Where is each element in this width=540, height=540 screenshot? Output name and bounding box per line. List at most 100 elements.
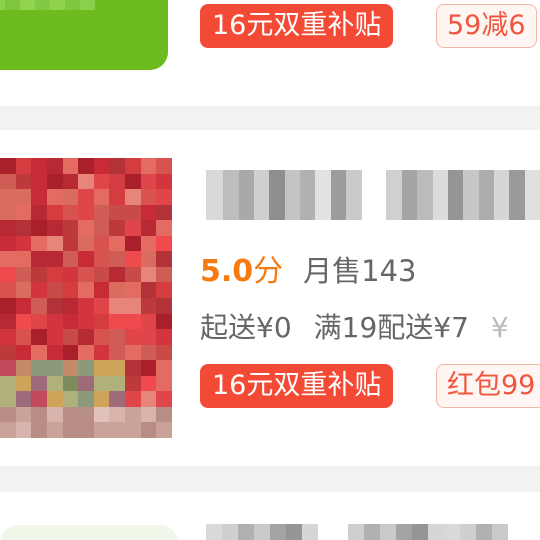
thumbnail-pixel xyxy=(15,251,32,267)
thumbnail-pixel xyxy=(0,422,16,438)
thumbnail-pixel xyxy=(78,204,94,221)
thumbnail-pixel xyxy=(156,251,172,267)
name-pixel xyxy=(222,524,238,540)
thumbnail-pixel xyxy=(62,173,79,190)
thumbnail-pixel xyxy=(140,173,157,190)
thumbnail-pixel xyxy=(156,344,172,361)
thumbnail-pixel xyxy=(46,251,63,267)
name-pixel xyxy=(478,170,494,220)
thumbnail-pixel xyxy=(93,189,110,205)
thumbnail-pixel xyxy=(0,297,16,314)
name-pixel xyxy=(238,524,254,540)
shop-card-previous[interactable]: 16元双重补贴 59减6 xyxy=(0,0,540,106)
shop-card-next[interactable] xyxy=(0,492,540,540)
thumbnail-pixel xyxy=(125,158,141,174)
name-pixel xyxy=(524,170,540,220)
thumbnail-pixel xyxy=(156,282,172,298)
thumbnail-pixel xyxy=(0,344,16,361)
thumbnail-pixel xyxy=(15,344,32,361)
thumbnail-pixel xyxy=(0,204,16,221)
shop-thumbnail-image xyxy=(0,158,172,438)
thumbnail-pixel xyxy=(0,266,16,283)
name-pixel xyxy=(492,524,508,540)
thumbnail-pixel xyxy=(93,406,110,423)
thumbnail-pixel xyxy=(62,313,79,330)
thumbnail-pixel xyxy=(93,329,110,345)
thumbnail-pixel xyxy=(78,189,94,205)
thumbnail-pixel xyxy=(15,422,32,438)
name-pixel xyxy=(315,170,331,220)
thumbnail-pixel xyxy=(109,313,126,330)
name-pixel xyxy=(380,524,396,540)
thumbnail-pixel xyxy=(15,235,32,252)
thumbnail-pixel xyxy=(15,158,32,174)
thumbnail-pixel xyxy=(46,406,63,423)
thumbnail-pixel xyxy=(78,173,94,190)
thumbnail-pixel xyxy=(31,329,47,345)
thumbnail-pixel xyxy=(109,422,126,438)
blurred-button-label xyxy=(0,0,95,10)
thumbnail-pixel xyxy=(62,266,79,283)
thumbnail-pixel xyxy=(109,329,126,345)
thumbnail-pixel xyxy=(31,360,47,376)
name-pixel xyxy=(318,524,348,540)
name-pixel xyxy=(254,524,270,540)
thumbnail-pixel xyxy=(15,360,32,376)
thumbnail-pixel xyxy=(0,282,16,298)
thumbnail-pixel xyxy=(156,297,172,314)
thumbnail-pixel xyxy=(109,158,126,174)
thumbnail-pixel xyxy=(78,375,94,392)
thumbnail-pixel xyxy=(31,204,47,221)
thumbnail-pixel xyxy=(125,391,141,407)
thumbnail-pixel xyxy=(78,344,94,361)
thumbnail-pixel xyxy=(46,158,63,174)
thumbnail-pixel xyxy=(156,329,172,345)
thumbnail-pixel xyxy=(46,189,63,205)
name-pixel xyxy=(302,524,318,540)
thumbnail-pixel xyxy=(15,282,32,298)
name-pixel xyxy=(361,170,387,220)
name-pixel xyxy=(460,524,476,540)
name-pixel xyxy=(447,170,464,220)
thumbnail-pixel xyxy=(62,391,79,407)
thumbnail-pixel xyxy=(93,375,110,392)
divider xyxy=(0,466,540,492)
thumbnail-pixel xyxy=(62,282,79,298)
thumbnail-pixel xyxy=(46,313,63,330)
thumbnail-pixel xyxy=(78,329,94,345)
thumbnail-pixel xyxy=(0,235,16,252)
thumbnail-pixel xyxy=(31,344,47,361)
thumbnail-pixel xyxy=(46,391,63,407)
thumbnail-pixel xyxy=(31,251,47,267)
thumbnail-pixel xyxy=(46,266,63,283)
thumbnail-pixel xyxy=(46,422,63,438)
shop-card[interactable]: 5.0分 月售143 起送¥0 满19配送¥7 ¥ 16元双重补贴 红包99 xyxy=(0,130,540,466)
thumbnail-pixel xyxy=(62,158,79,174)
name-pixel xyxy=(286,524,302,540)
name-pixel xyxy=(509,170,525,220)
thumbnail-pixel xyxy=(31,391,47,407)
thumbnail-pixel xyxy=(140,189,157,205)
thumbnail-pixel xyxy=(62,235,79,252)
thumbnail-pixel xyxy=(0,251,16,267)
thumbnail-pixel xyxy=(140,360,157,376)
thumbnail-pixel xyxy=(93,158,110,174)
thumbnail-pixel xyxy=(140,297,157,314)
thumbnail-pixel xyxy=(15,220,32,236)
thumbnail-pixel xyxy=(125,173,141,190)
subsidy-tag: 16元双重补贴 xyxy=(200,4,394,48)
thumbnail-pixel xyxy=(78,391,94,407)
name-pixel xyxy=(330,170,347,220)
name-pixel xyxy=(417,170,433,220)
thumbnail-pixel xyxy=(125,329,141,345)
delivery-fee: 满19配送¥7 xyxy=(313,311,469,344)
thumbnail-pixel xyxy=(0,391,16,407)
monthly-sales: 月售143 xyxy=(303,254,417,288)
thumbnail-pixel xyxy=(93,297,110,314)
green-action-button[interactable] xyxy=(0,0,168,70)
thumbnail-pixel xyxy=(109,406,126,423)
thumbnail-pixel xyxy=(62,189,79,205)
thumbnail-pixel xyxy=(0,158,16,174)
thumbnail-pixel xyxy=(156,313,172,330)
thumbnail-pixel xyxy=(109,391,126,407)
